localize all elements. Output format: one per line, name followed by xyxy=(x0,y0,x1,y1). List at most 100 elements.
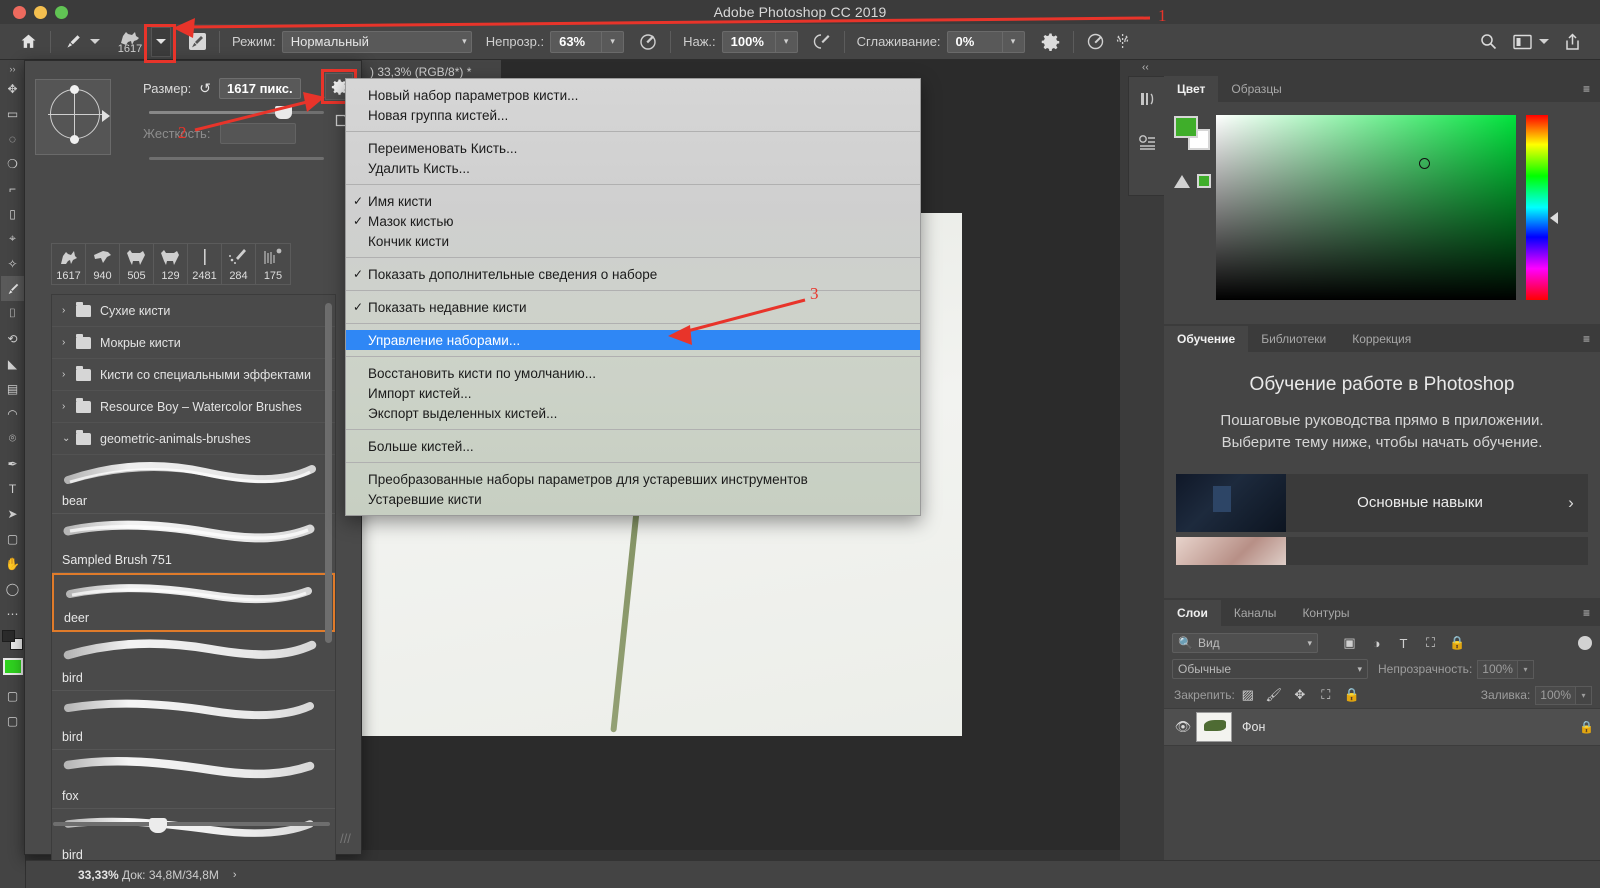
recent-brush-item[interactable]: 175 xyxy=(256,244,290,284)
layer-opacity-stepper[interactable]: ▾ xyxy=(1517,659,1534,679)
learn-card[interactable]: Основные навыки › xyxy=(1176,473,1588,532)
brush-list-item[interactable]: Sampled Brush 751 xyxy=(52,514,335,573)
quick-mask-icon[interactable]: ▢ xyxy=(1,683,25,708)
status-expand-chevron[interactable]: › xyxy=(233,869,237,881)
tool-healing-brush[interactable]: ✧ xyxy=(1,251,25,276)
tab-paths[interactable]: Контуры xyxy=(1289,600,1363,626)
brush-folder-row[interactable]: › Кисти со специальными эффектами xyxy=(52,359,335,391)
quick-mask-color-swatch[interactable] xyxy=(2,658,23,675)
smoothing-gear-icon[interactable] xyxy=(1037,29,1065,55)
panel-menu-icon[interactable]: ≡ xyxy=(1573,326,1600,352)
tab-channels[interactable]: Каналы xyxy=(1220,600,1290,626)
tip-knob-bottom[interactable] xyxy=(70,135,79,144)
menu-item-manage-presets[interactable]: Управление наборами... xyxy=(346,330,920,350)
tool-history-brush[interactable]: ⟲ xyxy=(1,326,25,351)
smoothing-control[interactable]: 0% ▾ xyxy=(946,30,1025,53)
tool-crop[interactable]: ⌐ xyxy=(1,176,25,201)
chevron-right-icon[interactable]: › xyxy=(1554,493,1588,513)
reset-icon[interactable]: ↺ xyxy=(199,80,211,97)
tip-angle-arrow[interactable] xyxy=(102,110,110,122)
tool-quick-selection[interactable]: ❍ xyxy=(1,151,25,176)
layer-visibility-icon[interactable]: 👁 xyxy=(1170,719,1196,735)
menu-item-export-selected-brushes[interactable]: Экспорт выделенных кистей... xyxy=(346,403,920,423)
brush-folder-row-expanded[interactable]: ⌄ geometric-animals-brushes xyxy=(52,423,335,455)
layer-filter-select[interactable]: 🔍 Вид ▾ xyxy=(1172,633,1318,653)
tab-swatches[interactable]: Образцы xyxy=(1218,76,1295,102)
menu-item-new-brush-preset[interactable]: Новый набор параметров кисти... xyxy=(346,85,920,105)
brush-folder-row[interactable]: › Сухие кисти xyxy=(52,295,335,327)
screen-mode-icon[interactable]: ▢ xyxy=(1,708,25,733)
tool-path-selection[interactable]: ➤ xyxy=(1,501,25,526)
double-chevron-right-icon[interactable]: ›› xyxy=(10,62,16,76)
tool-move[interactable]: ✥ xyxy=(1,76,25,101)
hue-slider[interactable] xyxy=(1526,115,1548,300)
recent-brush-item[interactable]: 940 xyxy=(86,244,120,284)
adjustment-filter-icon[interactable]: ◑ xyxy=(1363,636,1390,651)
menu-item-brush-stroke[interactable]: Мазок кистью xyxy=(346,211,920,231)
tool-rectangle[interactable]: ▢ xyxy=(1,526,25,551)
foreground-color-swatch[interactable] xyxy=(1174,116,1198,138)
tool-more[interactable]: ⋯ xyxy=(1,601,25,626)
layer-blend-mode-select[interactable]: Обычные ▾ xyxy=(1172,659,1368,679)
tool-hand[interactable]: ✋ xyxy=(1,551,25,576)
workspace-caret[interactable] xyxy=(1536,29,1552,55)
chevron-right-icon[interactable]: › xyxy=(62,305,76,316)
text-filter-icon[interactable]: T xyxy=(1390,636,1417,651)
tab-adjustments[interactable]: Коррекция xyxy=(1339,326,1425,352)
share-icon[interactable] xyxy=(1558,29,1586,55)
menu-item-brush-name[interactable]: Имя кисти xyxy=(346,191,920,211)
properties-panel-icon[interactable] xyxy=(1129,121,1165,165)
collapse-panels-icon[interactable]: ‹‹ xyxy=(1142,62,1149,73)
workspace-icon[interactable] xyxy=(1508,29,1536,55)
size-slider-knob[interactable] xyxy=(275,106,292,119)
zoom-level[interactable]: 33,33% xyxy=(26,868,119,882)
panel-menu-icon[interactable]: ≡ xyxy=(1573,76,1600,102)
size-value-input[interactable]: 1617 пикс. xyxy=(219,78,301,99)
layer-opacity-value[interactable]: 100% xyxy=(1477,659,1518,679)
menu-item-get-more-brushes[interactable]: Больше кистей... xyxy=(346,436,920,456)
hardness-slider[interactable] xyxy=(149,157,324,160)
menu-item-new-brush-group[interactable]: Новая группа кистей... xyxy=(346,105,920,125)
brush-list-item-selected[interactable]: deer xyxy=(52,573,335,632)
panel-menu-icon[interactable]: ≡ xyxy=(1573,600,1600,626)
chevron-right-icon[interactable]: › xyxy=(62,369,76,380)
hardness-value-input[interactable] xyxy=(220,123,297,144)
scrollbar-thumb[interactable] xyxy=(325,303,332,643)
brush-tip-preview[interactable] xyxy=(35,79,111,155)
chevron-right-icon[interactable]: › xyxy=(62,337,76,348)
tool-brush[interactable] xyxy=(0,276,25,301)
learn-card-partial[interactable] xyxy=(1176,536,1588,565)
recent-brush-item[interactable]: 129 xyxy=(154,244,188,284)
tab-layers[interactable]: Слои xyxy=(1164,600,1221,626)
brush-angle-icon[interactable] xyxy=(1082,29,1110,55)
flow-stepper[interactable]: ▾ xyxy=(775,30,798,53)
brush-panel-bottom-slider-knob[interactable] xyxy=(149,818,167,833)
gamut-alternate-swatch[interactable] xyxy=(1197,174,1211,188)
brush-list[interactable]: › Сухие кисти › Мокрые кисти › Кисти со … xyxy=(51,294,336,874)
lock-artboard-icon[interactable]: ⛶ xyxy=(1313,687,1339,703)
layer-fill-stepper[interactable]: ▾ xyxy=(1576,685,1592,705)
brush-list-item[interactable]: bird xyxy=(52,691,335,750)
chevron-down-icon[interactable]: ⌄ xyxy=(62,433,76,444)
shape-filter-icon[interactable]: ⛶ xyxy=(1417,635,1444,651)
size-slider[interactable] xyxy=(149,106,324,119)
tool-frame[interactable]: ▯ xyxy=(1,201,25,226)
menu-item-converted-legacy-tool-presets[interactable]: Преобразованные наборы параметров для ус… xyxy=(346,469,920,489)
tab-color[interactable]: Цвет xyxy=(1164,76,1219,102)
smoothing-stepper[interactable]: ▾ xyxy=(1002,30,1025,53)
tool-marquee[interactable]: ▭ xyxy=(1,101,25,126)
foreground-swatch[interactable] xyxy=(1,630,15,642)
brush-panel-bottom-slider[interactable] xyxy=(53,822,330,826)
tool-gradient[interactable]: ▤ xyxy=(1,376,25,401)
out-of-gamut-warning[interactable] xyxy=(1174,174,1211,188)
tool-lasso[interactable]: ◌ xyxy=(1,126,25,151)
lock-pixels-icon[interactable]: 🖌 xyxy=(1261,687,1287,703)
menu-item-show-recent-brushes[interactable]: Показать недавние кисти xyxy=(346,297,920,317)
opacity-stepper[interactable]: ▾ xyxy=(602,30,625,53)
tip-knob-top[interactable] xyxy=(70,85,79,94)
tool-zoom[interactable]: ◯ xyxy=(1,576,25,601)
symmetry-icon[interactable] xyxy=(1110,29,1138,55)
menu-item-delete-brush[interactable]: Удалить Кисть... xyxy=(346,158,920,178)
brush-list-scrollbar[interactable] xyxy=(325,303,332,868)
menu-item-brush-tip[interactable]: Кончик кисти xyxy=(346,231,920,251)
